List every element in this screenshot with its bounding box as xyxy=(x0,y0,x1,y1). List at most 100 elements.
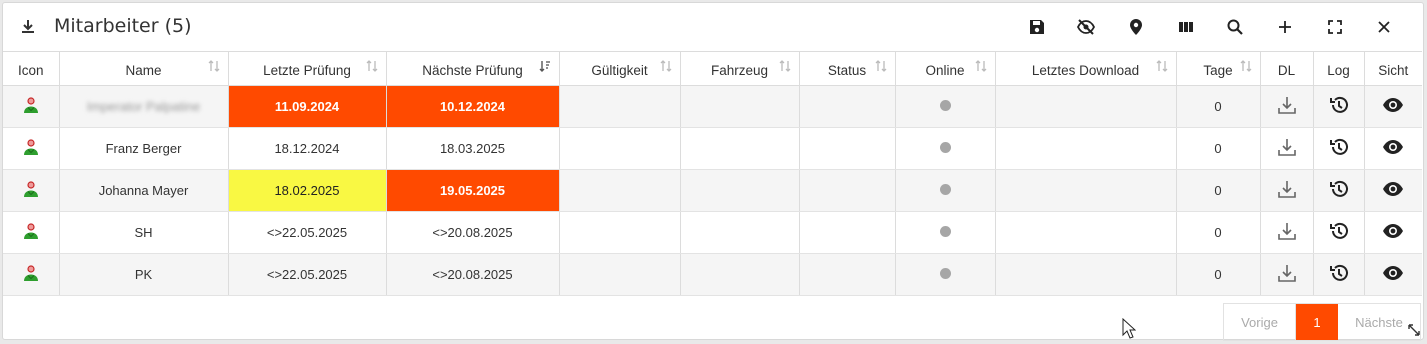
table-row[interactable]: Franz Berger 18.12.2024 18.03.2025 0 xyxy=(3,127,1422,170)
dl-cell[interactable] xyxy=(1260,253,1314,296)
last-check-cell: <>22.05.2025 xyxy=(228,211,387,254)
user-icon xyxy=(23,181,38,197)
online-cell xyxy=(895,253,996,296)
download-icon[interactable] xyxy=(20,18,36,34)
status-cell xyxy=(799,85,896,128)
panel-title: Mitarbeiter (5) xyxy=(54,15,192,37)
history-icon[interactable] xyxy=(1328,262,1350,284)
last-download-cell xyxy=(995,211,1177,254)
history-icon[interactable] xyxy=(1328,220,1350,242)
log-cell[interactable] xyxy=(1313,211,1365,254)
next-check-cell: 10.12.2024 xyxy=(386,85,560,128)
col-header-vehicle[interactable]: Fahrzeug xyxy=(680,51,800,86)
sort-icon[interactable] xyxy=(875,59,887,73)
days-cell: 0 xyxy=(1176,169,1261,212)
name-cell: Franz Berger xyxy=(59,127,229,170)
validity-cell xyxy=(559,211,681,254)
col-header-name[interactable]: Name xyxy=(59,51,229,86)
name-cell: SH xyxy=(59,211,229,254)
dl-cell[interactable] xyxy=(1260,85,1314,128)
online-cell xyxy=(895,169,996,212)
download-icon[interactable] xyxy=(1276,220,1298,242)
col-header-icon: Icon xyxy=(3,51,60,86)
col-header-next-check[interactable]: Nächste Prüfung xyxy=(386,51,560,86)
sort-icon[interactable] xyxy=(660,59,672,73)
download-icon[interactable] xyxy=(1276,262,1298,284)
col-header-last-check[interactable]: Letzte Prüfung xyxy=(228,51,387,86)
col-header-status[interactable]: Status xyxy=(799,51,896,86)
online-cell xyxy=(895,127,996,170)
icon-cell xyxy=(3,211,60,254)
offline-status-dot xyxy=(939,226,951,237)
col-header-online[interactable]: Online xyxy=(895,51,996,86)
sort-icon[interactable] xyxy=(1240,59,1252,73)
log-cell[interactable] xyxy=(1313,253,1365,296)
col-header-days[interactable]: Tage xyxy=(1176,51,1261,86)
close-button[interactable] xyxy=(1372,15,1396,39)
eye-icon[interactable] xyxy=(1382,262,1404,284)
table-row[interactable]: Imperator Palpatine 11.09.2024 10.12.2024 0 xyxy=(3,85,1422,128)
columns-button[interactable] xyxy=(1174,15,1198,39)
dl-cell[interactable] xyxy=(1260,127,1314,170)
view-cell[interactable] xyxy=(1364,127,1422,170)
log-cell[interactable] xyxy=(1313,85,1365,128)
table-body: Imperator Palpatine 11.09.2024 10.12.2024 0… xyxy=(3,85,1422,296)
last-check-cell: 18.12.2024 xyxy=(228,127,387,170)
validity-cell xyxy=(559,253,681,296)
next-check-date: <>20.08.2025 xyxy=(432,225,513,240)
name-cell: Johanna Mayer xyxy=(59,169,229,212)
location-button[interactable] xyxy=(1124,15,1148,39)
fullscreen-button[interactable] xyxy=(1323,15,1347,39)
sort-icon[interactable] xyxy=(1156,59,1168,73)
eye-icon[interactable] xyxy=(1382,220,1404,242)
view-cell[interactable] xyxy=(1364,169,1422,212)
eye-icon[interactable] xyxy=(1382,136,1404,158)
employee-panel: Mitarbeiter (5) Icon Name Letzte Prüfung… xyxy=(2,2,1424,341)
pagination: Vorige 1 Nächste xyxy=(1223,303,1421,341)
log-cell[interactable] xyxy=(1313,127,1365,170)
history-icon[interactable] xyxy=(1328,136,1350,158)
eye-icon[interactable] xyxy=(1382,178,1404,200)
prev-page-button[interactable]: Vorige xyxy=(1224,304,1296,340)
sort-icon[interactable] xyxy=(975,59,987,73)
download-icon[interactable] xyxy=(1276,136,1298,158)
resize-handle-icon[interactable] xyxy=(1407,323,1421,337)
days-cell: 0 xyxy=(1176,127,1261,170)
user-icon xyxy=(23,139,38,155)
col-header-validity[interactable]: Gültigkeit xyxy=(559,51,681,86)
sort-desc-icon[interactable] xyxy=(539,59,551,73)
sort-icon[interactable] xyxy=(366,59,378,73)
dl-cell[interactable] xyxy=(1260,211,1314,254)
sort-icon[interactable] xyxy=(779,59,791,73)
employee-name: Franz Berger xyxy=(105,141,182,156)
hide-button[interactable] xyxy=(1074,15,1098,39)
vehicle-cell xyxy=(680,127,800,170)
view-cell[interactable] xyxy=(1364,85,1422,128)
sort-icon[interactable] xyxy=(208,59,220,73)
dl-cell[interactable] xyxy=(1260,169,1314,212)
view-cell[interactable] xyxy=(1364,253,1422,296)
icon-cell xyxy=(3,253,60,296)
log-cell[interactable] xyxy=(1313,169,1365,212)
table-row[interactable]: PK <>22.05.2025 <>20.08.2025 0 xyxy=(3,253,1422,296)
days-cell: 0 xyxy=(1176,85,1261,128)
save-button[interactable] xyxy=(1025,15,1049,39)
col-header-dl: DL xyxy=(1260,51,1314,86)
table-header-row: Icon Name Letzte Prüfung Nächste Prüfung… xyxy=(3,51,1422,86)
user-icon xyxy=(23,97,38,113)
current-page-button[interactable]: 1 xyxy=(1296,304,1338,340)
col-header-last-download[interactable]: Letztes Download xyxy=(995,51,1177,86)
eye-icon[interactable] xyxy=(1382,94,1404,116)
download-icon[interactable] xyxy=(1276,178,1298,200)
last-check-date: 18.02.2025 xyxy=(274,183,340,198)
add-button[interactable] xyxy=(1273,15,1297,39)
icon-cell xyxy=(3,169,60,212)
search-button[interactable] xyxy=(1223,15,1247,39)
table-row[interactable]: Johanna Mayer 18.02.2025 19.05.2025 0 xyxy=(3,169,1422,212)
view-cell[interactable] xyxy=(1364,211,1422,254)
history-icon[interactable] xyxy=(1328,178,1350,200)
download-icon[interactable] xyxy=(1276,94,1298,116)
icon-cell xyxy=(3,85,60,128)
table-row[interactable]: SH <>22.05.2025 <>20.08.2025 0 xyxy=(3,211,1422,254)
history-icon[interactable] xyxy=(1328,94,1350,116)
